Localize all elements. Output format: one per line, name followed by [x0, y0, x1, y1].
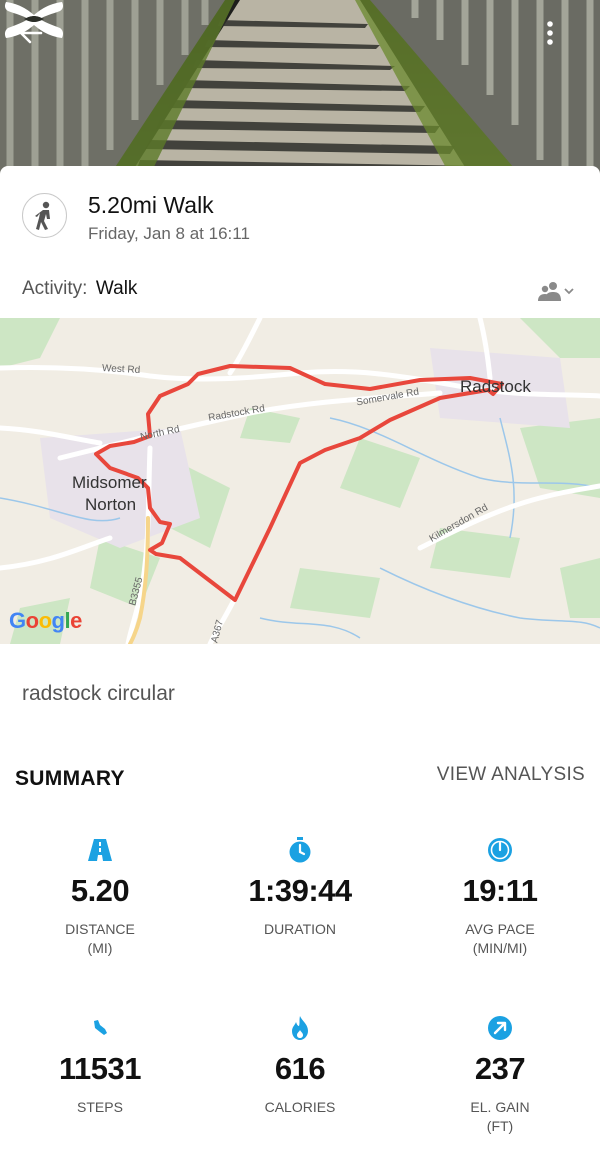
- stat-label: CALORIES: [200, 1098, 400, 1117]
- activity-header: 5.20mi Walk Friday, Jan 8 at 16:11: [22, 192, 582, 243]
- pace-gauge-icon: [488, 838, 512, 862]
- stat-label-unit: (MI): [87, 940, 113, 956]
- flame-icon: [292, 1016, 308, 1040]
- activity-type-badge: [22, 193, 67, 238]
- stat-label: DISTANCE (MI): [0, 920, 200, 958]
- stat-label: STEPS: [0, 1098, 200, 1117]
- stat-label: EL. GAIN (FT): [400, 1098, 600, 1136]
- stat-label-line: DURATION: [263, 921, 337, 937]
- under-armour-logo: [4, 2, 64, 38]
- stat-label: DURATION: [200, 920, 400, 939]
- map-label-norton: Norton: [85, 495, 137, 514]
- activity-type-value: Walk: [95, 278, 138, 299]
- stat-label-line: EL. GAIN: [470, 1099, 530, 1115]
- view-analysis-link[interactable]: VIEW ANALYSIS: [437, 764, 585, 786]
- stat-label-line: STEPS: [77, 1099, 123, 1115]
- road-icon: [88, 839, 112, 861]
- stat-label-line: AVG PACE: [465, 921, 535, 937]
- stat-value: 11531: [59, 1051, 142, 1086]
- activity-type-row: Activity: Walk: [22, 278, 578, 304]
- map-label-west-rd: West Rd: [101, 363, 141, 376]
- activity-title: 5.20mi Walk: [88, 192, 214, 218]
- google-letter: o: [25, 608, 39, 633]
- stat-label-unit: (MIN/MI): [472, 940, 528, 956]
- stat-label-line: DISTANCE: [65, 921, 135, 937]
- more-options-button[interactable]: [546, 20, 590, 64]
- walking-person-icon: [34, 201, 50, 230]
- chevron-down-icon: [564, 287, 574, 294]
- stat-label-line: CALORIES: [264, 1099, 336, 1115]
- google-letter: o: [38, 608, 52, 633]
- route-map[interactable]: West Rd North Rd Radstock Rd Somervale R…: [0, 318, 600, 644]
- stat-label-unit: (FT): [486, 1118, 514, 1134]
- map-label-radstock: Radstock: [460, 377, 531, 396]
- stopwatch-icon: [289, 837, 311, 863]
- activity-date: Friday, Jan 8 at 16:11: [88, 224, 250, 243]
- stat-distance: 5.20 DISTANCE (MI): [0, 836, 200, 958]
- google-letter: e: [70, 608, 82, 633]
- stat-duration: 1:39:44 DURATION: [200, 836, 400, 939]
- header-photo: [0, 0, 600, 175]
- people-icon: [538, 282, 561, 301]
- stat-elevation-gain: 237 EL. GAIN (FT): [400, 1014, 600, 1136]
- stat-value: 5.20: [70, 873, 130, 908]
- google-logo: Google: [9, 608, 82, 634]
- stat-label: AVG PACE (MIN/MI): [400, 920, 600, 958]
- stat-value: 237: [474, 1051, 526, 1086]
- vertical-dots-icon: [547, 21, 553, 45]
- google-letter: G: [9, 608, 26, 633]
- stat-value: 1:39:44: [248, 873, 352, 908]
- stat-calories: 616 CALORIES: [200, 1014, 400, 1117]
- privacy-dropdown[interactable]: [534, 278, 578, 304]
- map-label-midsomer: Midsomer: [72, 473, 147, 492]
- route-name: radstock circular: [22, 682, 175, 705]
- elevation-arrow-icon: [488, 1016, 512, 1040]
- stat-steps: 11531 STEPS: [0, 1014, 200, 1117]
- google-letter: g: [51, 608, 65, 633]
- stat-avg-pace: 19:11 AVG PACE (MIN/MI): [400, 836, 600, 958]
- activity-type-label: Activity:: [22, 278, 88, 299]
- shoe-icon: [94, 1020, 107, 1035]
- stat-value: 616: [274, 1051, 326, 1086]
- summary-heading: SUMMARY: [15, 767, 125, 790]
- stat-value: 19:11: [462, 873, 538, 908]
- walkway-photo: [0, 0, 600, 175]
- workout-card: 5.20mi Walk Friday, Jan 8 at 16:11 Activ…: [0, 166, 600, 1150]
